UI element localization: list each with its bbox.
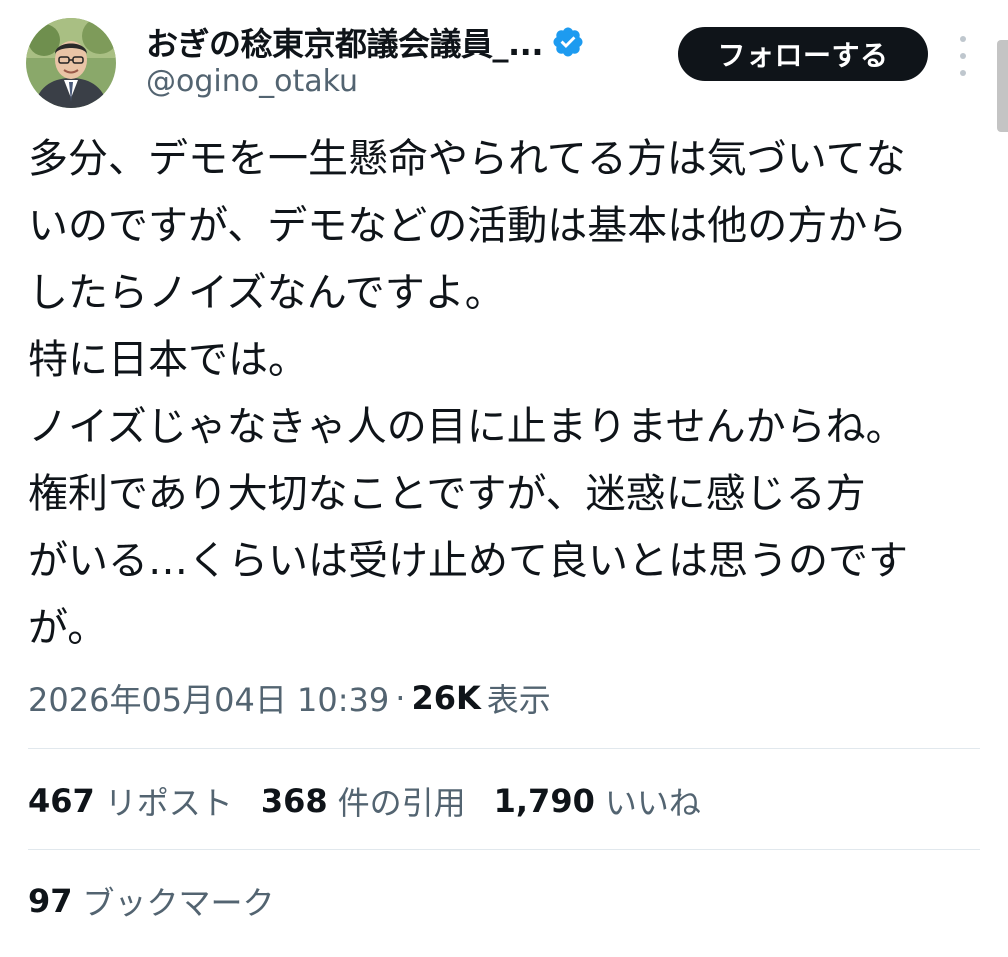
display-name[interactable]: おぎの稔東京都議会議員_... xyxy=(146,19,543,65)
likes-count: 1,790 xyxy=(493,782,595,820)
user-handle[interactable]: @ogino_otaku xyxy=(146,64,358,99)
tweet-text-line: がいる…くらいは受け止めて良いとは思うのです xyxy=(28,538,908,584)
meta-separator: · xyxy=(395,679,406,717)
tweet-text-line: 多分、デモを一生懸命やられてる方は気づいてな xyxy=(28,136,906,182)
follow-button[interactable]: フォローする xyxy=(678,27,928,81)
tweet-text-line: 特に日本では。 xyxy=(28,337,308,383)
bookmarks-label: ブックマーク xyxy=(82,884,275,922)
tweet-meta: 2026年05月04日 10:39 · 26K 表示 xyxy=(28,672,551,724)
quotes-stat[interactable]: 368 件の引用 xyxy=(261,778,466,824)
tweet-text-line: したらノイズなんですよ。 xyxy=(28,270,505,316)
tweet-text-line: いのですが、デモなどの活動は基本は他の方から xyxy=(28,203,908,249)
reposts-count: 467 xyxy=(28,782,95,820)
tweet-header: おぎの稔東京都議会議員_... @ogino_otaku フォローする xyxy=(0,0,1008,124)
tweet-text-line: 権利であり大切なことですが、迷惑に感じる方 xyxy=(28,471,866,517)
avatar[interactable] xyxy=(26,18,116,108)
divider xyxy=(28,748,980,749)
views-label: 表示 xyxy=(486,681,551,719)
reposts-stat[interactable]: 467 リポスト xyxy=(28,778,233,824)
quotes-label: 件の引用 xyxy=(337,784,466,822)
avatar-photo xyxy=(26,18,116,108)
tweet-text: 多分、デモを一生懸命やられてる方は気づいてな いのですが、デモなどの活動は基本は… xyxy=(28,126,988,662)
timestamp[interactable]: 2026年05月04日 10:39 xyxy=(28,675,389,721)
reposts-label: リポスト xyxy=(104,784,233,822)
more-vertical-icon[interactable] xyxy=(950,36,976,76)
verified-badge-icon xyxy=(551,25,585,59)
bookmarks-count: 97 xyxy=(28,882,73,920)
engagement-stats: 467 リポスト 368 件の引用 1,790 いいね xyxy=(28,774,729,828)
scrollbar[interactable] xyxy=(997,40,1008,132)
divider xyxy=(28,849,980,850)
tweet-text-line: が。 xyxy=(28,605,108,651)
quotes-count: 368 xyxy=(260,782,328,820)
views-count[interactable]: 26K xyxy=(411,679,480,717)
likes-stat[interactable]: 1,790 いいね xyxy=(494,778,701,824)
bookmarks-stat[interactable]: 97 ブックマーク xyxy=(28,874,275,928)
likes-label: いいね xyxy=(604,784,701,822)
name-row: おぎの稔東京都議会議員_... xyxy=(146,20,585,64)
tweet-text-line: ノイズじゃなきゃ人の目に止まりませんからね。 xyxy=(28,404,906,450)
